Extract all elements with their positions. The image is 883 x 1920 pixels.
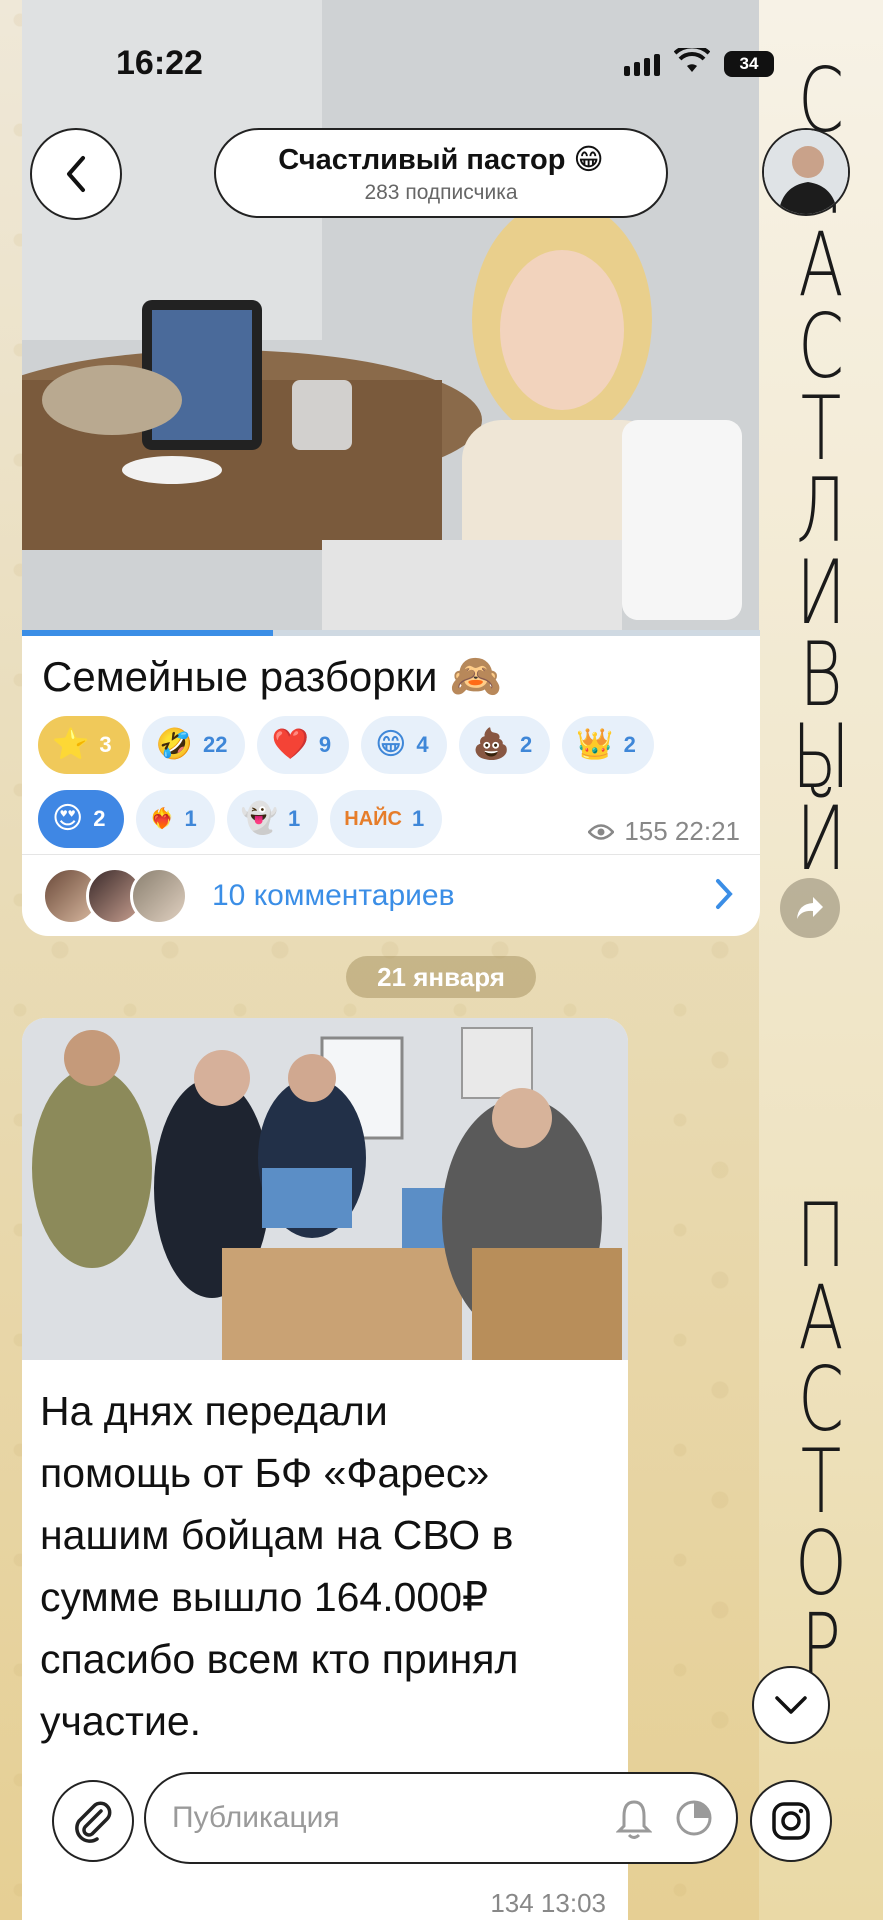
reaction-chip[interactable]: 😁 4 [361,716,447,774]
wifi-icon [673,44,711,79]
video-progress-bar[interactable] [22,630,760,636]
views-and-time: 155 22:21 [624,816,740,846]
comments-row[interactable]: 10 комментариев [22,854,760,936]
see-no-evil-emoji: 🙈 [449,652,502,699]
reaction-chip[interactable]: 😍 2 [38,790,124,848]
instagram-button[interactable] [750,1780,832,1862]
banner-letter: А [798,1266,844,1369]
banner-letter: В [799,623,843,726]
banner-letter: Т [800,1430,842,1533]
chevron-down-icon [775,1696,807,1714]
bell-icon[interactable] [616,1798,652,1840]
banner-letter: П [796,1184,846,1287]
reaction-emoji: НАЙС [344,808,403,830]
reaction-emoji: 💩 [472,728,510,761]
status-icons: 34 [624,44,774,79]
reaction-chip[interactable]: 🤣 22 [141,716,246,774]
banner-letter: Й [796,787,846,890]
reaction-count: 2 [93,806,106,831]
reactions-row-1: ⭐ 3 🤣 22 ❤️ 9 😁 4 💩 2 👑 2 [38,716,654,774]
reaction-emoji: 😍 [52,802,84,835]
reaction-chip[interactable]: 👑 2 [562,716,654,774]
post-card: Семейные разборки 🙈 ⭐ 3 🤣 22 ❤️ 9 😁 4 💩 2 👑 2 😍 2 ❤️‍… [22,630,760,936]
reaction-count: 2 [519,732,533,757]
post-meta: 155 22:21 [588,816,740,847]
forward-button[interactable] [780,878,840,938]
attach-button[interactable] [52,1780,134,1862]
reaction-emoji: ❤️ [271,728,309,761]
timer-icon[interactable] [674,1798,714,1838]
reaction-emoji: 😁 [375,728,407,761]
reaction-count: 1 [412,806,425,831]
reaction-count: 3 [99,732,112,757]
banner-letters-bottom: ПАСТОР [791,1184,851,1690]
instagram-icon [772,1802,810,1840]
reaction-chip[interactable]: ❤️‍🔥 1 [135,790,215,848]
composer-icons [616,1798,714,1840]
channel-avatar[interactable] [762,128,850,216]
commenter-avatars [42,866,188,925]
avatar [130,866,188,925]
paperclip-icon [75,1801,112,1843]
banner-letter: С [797,295,845,398]
reaction-count: 1 [184,806,197,831]
reaction-emoji: 👻 [240,802,279,835]
battery-indicator: 34 [724,50,774,77]
forward-icon [797,897,823,919]
post-photo[interactable] [22,1018,628,1360]
banner-letter: О [795,1512,847,1615]
message-composer[interactable]: Публикация [144,1772,738,1864]
reaction-emoji: 🤣 [155,728,193,761]
reaction-chip[interactable]: ⭐ 3 [38,716,130,774]
reaction-chip[interactable]: 💩 2 [458,716,551,774]
comments-label: 10 комментариев [212,878,455,912]
banner-letter: И [796,541,846,644]
channel-banner: СЧАСТЛИВЫЙ ПАСТОР [759,0,883,1920]
reaction-count: 1 [288,806,301,831]
post-text: На днях передали помощь от БФ «Фарес» на… [40,1388,519,1744]
signal-icon [624,52,660,76]
reaction-chip[interactable]: ❤️ 9 [257,716,350,774]
banner-letter: С [797,1348,845,1451]
chevron-right-icon [716,879,733,909]
reactions-row-2: 😍 2 ❤️‍🔥 1 👻 1 НАЙС 1 [38,790,443,848]
status-bar: 16:22 34 [0,30,883,100]
banner-letter: Т [800,377,842,480]
reaction-count: 9 [318,732,332,757]
scroll-down-button[interactable] [752,1666,830,1744]
reaction-count: 4 [416,732,429,757]
date-separator: 21 января [346,956,536,998]
banner-letter: Ы [791,705,851,808]
reaction-chip[interactable]: 👻 1 [226,790,319,848]
reaction-count: 2 [623,732,636,757]
back-icon [67,156,85,192]
post-meta-2: 134 13:03 [490,1888,606,1918]
channel-title-pill[interactable]: Счастливый пастор 😁 283 подписчика [214,128,668,218]
reaction-count: 22 [202,732,228,757]
reaction-chip[interactable]: НАЙС 1 [330,790,443,848]
channel-subscribers: 283 подписчика [364,181,518,204]
reaction-emoji: ⭐ [52,728,90,761]
reaction-emoji: ❤️‍🔥 [149,808,175,830]
channel-title: Счастливый пастор 😁 [278,144,604,176]
video-progress-fill [22,630,273,636]
status-time: 16:22 [116,44,203,82]
banner-letter: Л [796,459,846,562]
eye-icon [588,823,615,840]
banner-letter: А [798,213,844,316]
composer-placeholder: Публикация [172,1801,340,1834]
post-title: Семейные разборки 🙈 [42,652,502,701]
reaction-emoji: 👑 [576,728,614,761]
back-button[interactable] [30,128,122,220]
post-title-text: Семейные разборки [42,652,438,700]
